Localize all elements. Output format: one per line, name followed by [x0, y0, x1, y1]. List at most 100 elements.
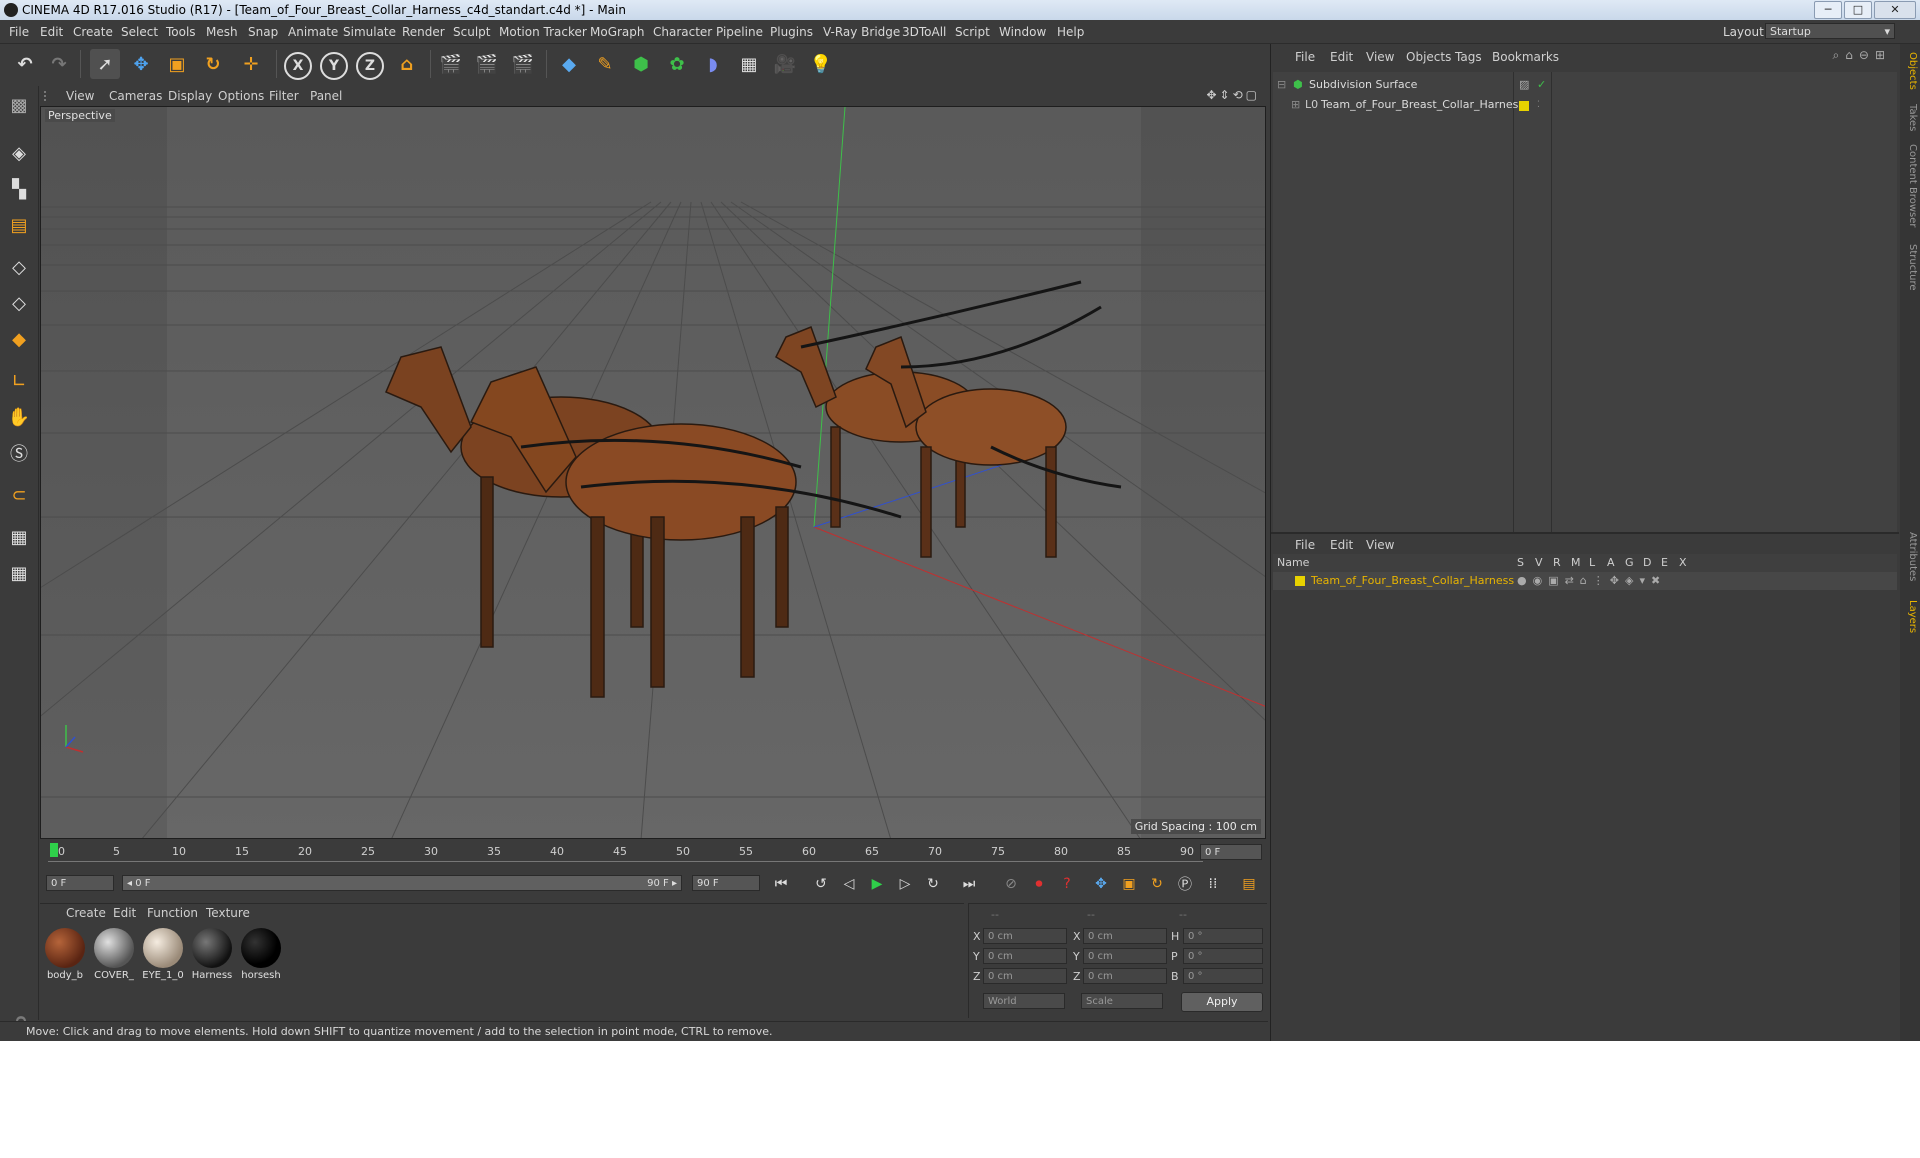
- enabled-check-icon[interactable]: ✓: [1537, 76, 1546, 94]
- material-eye[interactable]: EYE_1_0: [140, 928, 186, 981]
- menu-plugins[interactable]: Plugins: [770, 25, 813, 39]
- play-forward-icon[interactable]: ▶: [866, 873, 888, 895]
- key-rotation-icon[interactable]: ↻: [1146, 873, 1168, 895]
- menu-window[interactable]: Window: [999, 25, 1046, 39]
- menu-character[interactable]: Character: [653, 25, 712, 39]
- size-x-field[interactable]: 0 cm: [1083, 928, 1167, 944]
- polygons-mode-icon[interactable]: ◆: [4, 324, 34, 354]
- undo-icon[interactable]: ↶: [10, 49, 40, 79]
- locked-workplane-icon[interactable]: ▦: [4, 522, 34, 552]
- position-x-field[interactable]: 0 cm: [983, 928, 1067, 944]
- redo-icon[interactable]: ↷: [44, 49, 74, 79]
- maximize-button[interactable]: □: [1844, 1, 1872, 19]
- objects-menu-view[interactable]: View: [1366, 50, 1394, 64]
- render-view-icon[interactable]: 🎬: [436, 49, 466, 79]
- rotation-h-field[interactable]: 0 °: [1183, 928, 1263, 944]
- tab-takes[interactable]: Takes: [1902, 104, 1918, 131]
- tab-content-browser[interactable]: Content Browser: [1902, 144, 1918, 227]
- start-frame-field[interactable]: 0 F: [46, 875, 114, 891]
- next-key-icon[interactable]: ↻: [922, 873, 944, 895]
- perspective-viewport[interactable]: Perspective Grid Spacing : 100 cm: [40, 106, 1266, 839]
- rotation-p-field[interactable]: 0 °: [1183, 948, 1263, 964]
- live-selection-icon[interactable]: ➚: [90, 49, 120, 79]
- collapse-icon[interactable]: ⊟: [1277, 76, 1286, 94]
- objects-menu-tags[interactable]: Tags: [1455, 50, 1482, 64]
- menu-snap[interactable]: Snap: [248, 25, 278, 39]
- enable-snapping-icon[interactable]: ⊂: [4, 480, 34, 510]
- rotation-b-field[interactable]: 0 °: [1183, 968, 1263, 984]
- menu-3dtoall[interactable]: 3DToAll: [902, 25, 946, 39]
- menu-help[interactable]: Help: [1057, 25, 1084, 39]
- planar-workplane-icon[interactable]: ▦: [4, 558, 34, 588]
- viewport-menu-options[interactable]: Options: [218, 89, 264, 103]
- object-row-harness[interactable]: ⊞ L0 Team_of_Four_Breast_Collar_Harness …: [1275, 96, 1895, 114]
- y-axis-lock-icon[interactable]: Y: [320, 52, 348, 80]
- menu-mesh[interactable]: Mesh: [206, 25, 238, 39]
- apply-button[interactable]: Apply: [1181, 992, 1263, 1012]
- menu-tools[interactable]: Tools: [166, 25, 196, 39]
- camera-icon[interactable]: 🎥: [770, 49, 800, 79]
- keyframe-selection-icon[interactable]: ⊘: [1000, 873, 1022, 895]
- minimize-button[interactable]: ─: [1814, 1, 1842, 19]
- material-cover[interactable]: COVER_: [91, 928, 137, 981]
- snapping-icon[interactable]: Ⓢ: [4, 438, 34, 468]
- menu-motion-tracker[interactable]: Motion Tracker: [499, 25, 587, 39]
- mograph-cloner-icon[interactable]: ✿: [662, 49, 692, 79]
- menu-edit[interactable]: Edit: [40, 25, 63, 39]
- layers-menu-edit[interactable]: Edit: [1330, 538, 1353, 552]
- key-pla-icon[interactable]: ⁞⁞: [1202, 873, 1224, 895]
- position-z-field[interactable]: 0 cm: [983, 968, 1067, 984]
- material-menu-function[interactable]: Function: [147, 906, 198, 920]
- next-frame-icon[interactable]: ▷: [894, 873, 916, 895]
- menu-select[interactable]: Select: [121, 25, 158, 39]
- layer-color-swatch[interactable]: [1519, 101, 1529, 111]
- objects-menu-objects[interactable]: Objects: [1406, 50, 1451, 64]
- last-tool-icon[interactable]: ✛: [236, 49, 266, 79]
- tab-objects[interactable]: Objects: [1902, 52, 1918, 90]
- layers-menu-view[interactable]: View: [1366, 538, 1394, 552]
- material-menu-texture[interactable]: Texture: [206, 906, 250, 920]
- previous-frame-icon[interactable]: ◁: [838, 873, 860, 895]
- menu-animate[interactable]: Animate: [288, 25, 338, 39]
- menu-vray-bridge[interactable]: V-Ray Bridge: [823, 25, 900, 39]
- layers-menu-file[interactable]: File: [1295, 538, 1315, 552]
- size-z-field[interactable]: 0 cm: [1083, 968, 1167, 984]
- coordinate-system-icon[interactable]: ⌂: [392, 49, 422, 79]
- workplane-mode-icon[interactable]: ▤: [4, 210, 34, 240]
- viewport-menu-view[interactable]: View: [66, 89, 94, 103]
- material-harness[interactable]: Harness: [189, 928, 235, 981]
- record-active-objects-icon[interactable]: ⏺: [1028, 873, 1050, 895]
- tab-attributes[interactable]: Attributes: [1902, 532, 1918, 581]
- timeline-window-icon[interactable]: ▤: [1238, 873, 1260, 895]
- move-tool-icon[interactable]: ✥: [126, 49, 156, 79]
- size-y-field[interactable]: 0 cm: [1083, 948, 1167, 964]
- size-mode-select[interactable]: Scale: [1081, 993, 1163, 1009]
- render-region-icon[interactable]: 🎬: [472, 49, 502, 79]
- autokeying-icon[interactable]: ?: [1056, 873, 1078, 895]
- viewport-menu-cameras[interactable]: Cameras: [109, 89, 162, 103]
- frame-range-slider[interactable]: ◂ 0 F 90 F ▸: [122, 875, 682, 891]
- material-menu-edit[interactable]: Edit: [113, 906, 136, 920]
- expand-icon[interactable]: ⊞: [1291, 96, 1300, 114]
- layer-toggle-icons[interactable]: ●◉▣⇄⌂⋮✥◈▾✖: [1517, 572, 1666, 590]
- menu-simulate[interactable]: Simulate: [343, 25, 396, 39]
- menu-pipeline[interactable]: Pipeline: [716, 25, 763, 39]
- material-body[interactable]: body_b: [42, 928, 88, 981]
- model-mode-icon[interactable]: ◈: [4, 138, 34, 168]
- menu-render[interactable]: Render: [402, 25, 445, 39]
- key-scale-icon[interactable]: ▣: [1118, 873, 1140, 895]
- viewport-menu-display[interactable]: Display: [168, 89, 212, 103]
- key-position-icon[interactable]: ✥: [1090, 873, 1112, 895]
- menu-sculpt[interactable]: Sculpt: [453, 25, 490, 39]
- search-icon[interactable]: ⌕⌂⊖⊞: [1833, 48, 1891, 63]
- menu-file[interactable]: File: [9, 25, 29, 39]
- floor-scene-icon[interactable]: ▦: [734, 49, 764, 79]
- pen-spline-icon[interactable]: ✎: [590, 49, 620, 79]
- object-row-subdivision[interactable]: ⊟ ⬢ Subdivision Surface ▨ ✓: [1275, 76, 1895, 94]
- close-button[interactable]: ✕: [1874, 1, 1916, 19]
- tab-layers[interactable]: Layers: [1902, 600, 1918, 633]
- cube-primitive-icon[interactable]: ◆: [554, 49, 584, 79]
- visibility-dots-icon[interactable]: ⁚: [1537, 96, 1540, 114]
- scale-tool-icon[interactable]: ▣: [162, 49, 192, 79]
- go-to-end-icon[interactable]: ⏭: [958, 873, 980, 895]
